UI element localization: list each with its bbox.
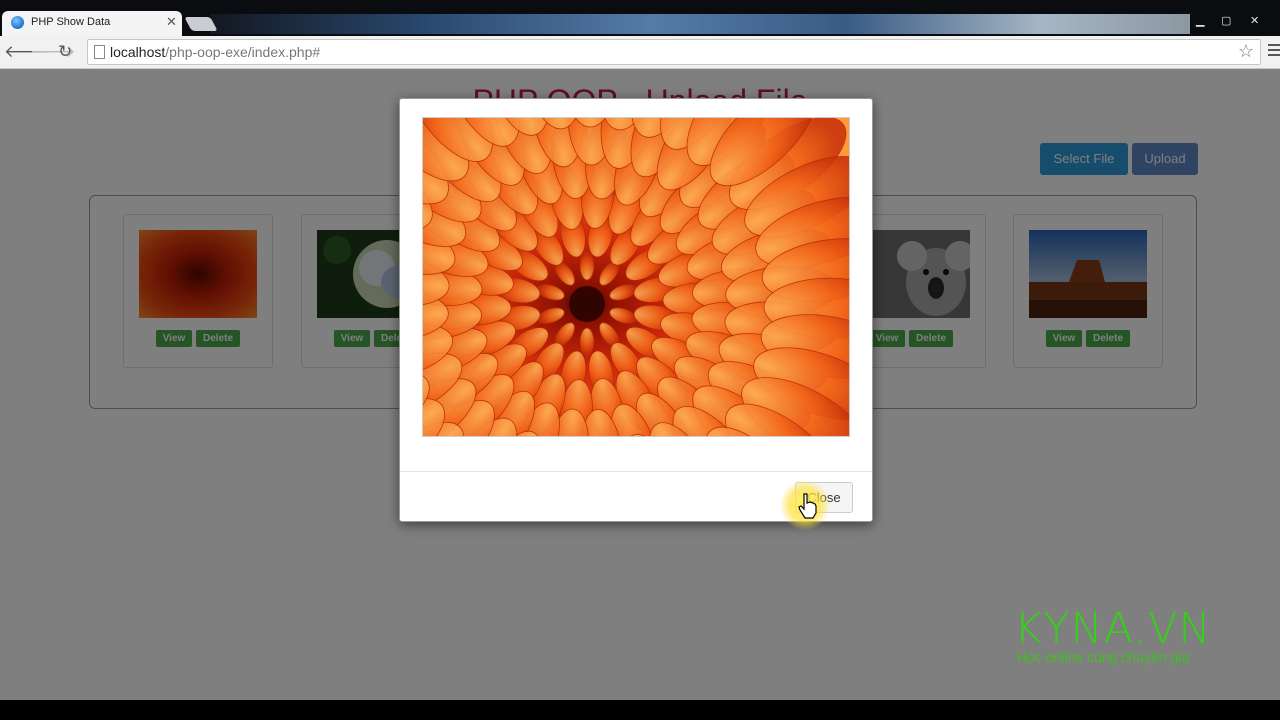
window-close-icon[interactable]: ✕ [1250,14,1259,27]
flower-petals [423,118,849,436]
url-host: localhost [110,44,166,60]
tab-close-icon[interactable]: ✕ [166,14,177,30]
modal-footer-divider [400,471,872,472]
petal [579,327,595,357]
star-icon[interactable]: ☆ [1238,41,1254,62]
watermark-brand: KYNA.VN [1014,604,1212,654]
favicon-icon [11,16,24,29]
maximize-icon[interactable]: ▢ [1221,14,1231,27]
browser-tab[interactable]: PHP Show Data ✕ [2,11,182,36]
desktop-background [210,14,1190,34]
bottom-bar [0,700,1280,720]
address-bar[interactable]: localhost/php-oop-exe/index.php# ☆ [87,39,1261,65]
modal-image [422,117,850,437]
page-content: PHP OOP - Upload File Select File Upload… [0,69,1280,700]
watermark-tagline: Học online cùng chuyên gia [1017,649,1190,665]
page-icon [94,45,105,59]
image-modal: Close [399,98,873,522]
minimize-icon[interactable]: ▁ [1196,14,1204,27]
url-text: localhost/php-oop-exe/index.php# [110,44,320,60]
tab-title: PHP Show Data [31,16,111,28]
chrysanthemum-image [423,118,849,436]
menu-icon[interactable] [1268,44,1280,59]
browser-toolbar: 🡐 🡒 ↻ localhost/php-oop-exe/index.php# ☆ [0,36,1280,69]
reload-icon[interactable]: ↻ [58,42,72,62]
cursor-icon [798,493,817,519]
petal [579,251,595,281]
tab-strip: PHP Show Data ✕ ▁ ▢ ✕ [0,0,1280,36]
url-path: /php-oop-exe/index.php# [165,44,321,60]
